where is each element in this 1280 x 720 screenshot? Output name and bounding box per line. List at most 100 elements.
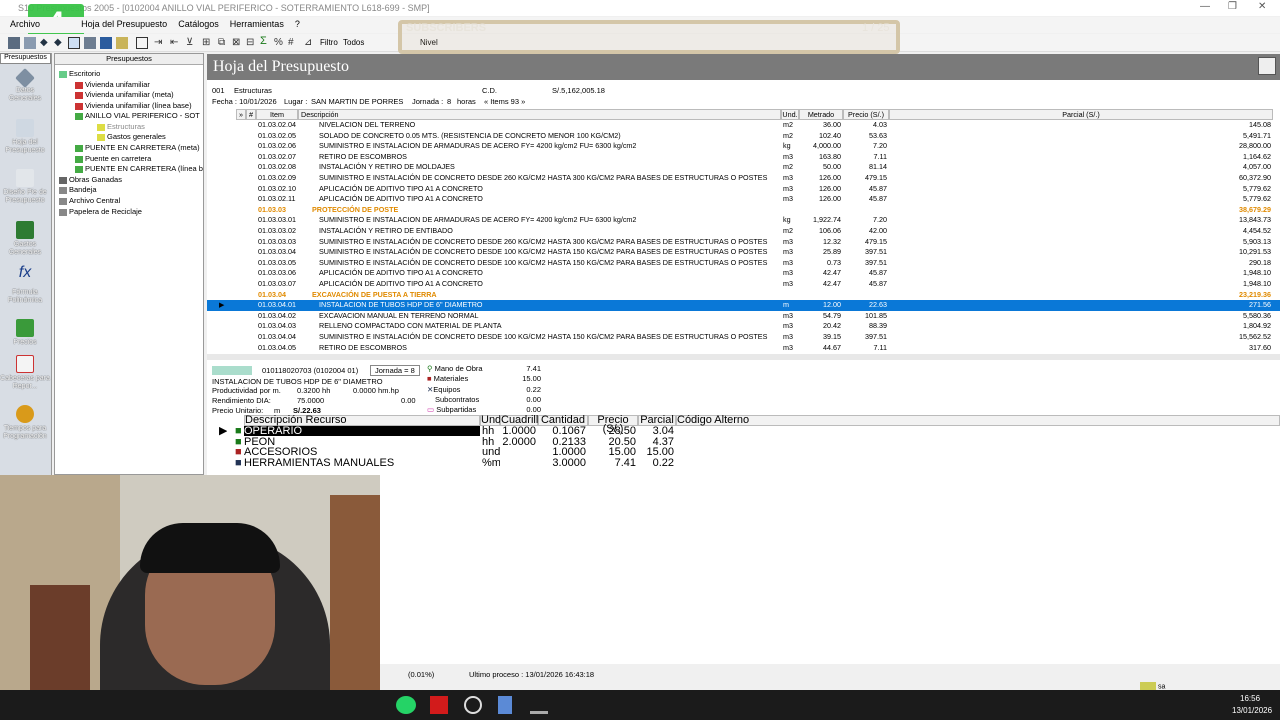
table-icon[interactable]: ⊟ bbox=[246, 37, 258, 49]
apu-jornada[interactable]: Jornada = 8 bbox=[370, 365, 420, 376]
menu-hoja[interactable]: Hoja del Presupuesto bbox=[77, 17, 171, 31]
calculator-icon[interactable] bbox=[498, 696, 512, 714]
menu-archivo[interactable]: Archivo bbox=[6, 17, 44, 31]
res-col-cuadrilla[interactable]: Cuadrilla bbox=[500, 415, 544, 426]
budget-row[interactable]: 01.03.03.03 SUMINISTRO E INSTALACIÓN DE C… bbox=[207, 237, 1280, 248]
apu-toolbar-icons[interactable] bbox=[212, 366, 252, 375]
tree-node-papelera[interactable]: Papelera de Reciclaje bbox=[59, 207, 142, 217]
tree-node[interactable]: PUENTE EN CARRETERA (meta) bbox=[75, 143, 200, 153]
tree-node-estructuras[interactable]: Estructuras bbox=[97, 122, 145, 132]
budget-cell-metrado[interactable]: 0.73 bbox=[799, 258, 841, 268]
col-header-metrado[interactable]: Metrado bbox=[799, 109, 843, 120]
filter-select[interactable]: Todos bbox=[343, 38, 364, 47]
menu-help[interactable]: ? bbox=[291, 17, 304, 31]
sidebar-item-datos[interactable]: Datos Generales bbox=[0, 68, 50, 103]
res-col-precio[interactable]: Precio (S/.) bbox=[588, 415, 638, 435]
budget-row[interactable]: 01.03.03.02 INSTALACIÓN Y RETIRO DE ENTIB… bbox=[207, 226, 1280, 237]
budget-row[interactable]: 01.03.04 EXCAVACIÓN DE PUESTA A TIERRA 23,… bbox=[207, 290, 1280, 301]
budget-row[interactable]: 01.03.04.03 RELLENO COMPACTADO CON MATERI… bbox=[207, 321, 1280, 332]
budget-cell-metrado[interactable]: 50.00 bbox=[799, 162, 841, 172]
budget-row[interactable]: 01.03.02.11 APLICACIÓN DE ADITIVO TIPO A1… bbox=[207, 194, 1280, 205]
s10-icon[interactable] bbox=[530, 696, 548, 714]
sidebar-item-gastos[interactable]: Gastos Generales bbox=[0, 221, 50, 257]
budget-row[interactable]: 01.03.03.05 SUMINISTRO E INSTALACIÓN DE C… bbox=[207, 258, 1280, 269]
tree-node-anillo[interactable]: ANILLO VIAL PERIFERICO - SOT bbox=[75, 111, 200, 121]
items-counter[interactable]: « Items 93 » bbox=[484, 97, 525, 106]
budget-cell-metrado[interactable]: 36.00 bbox=[799, 120, 841, 130]
budget-cell-metrado[interactable]: 1,922.74 bbox=[799, 215, 841, 225]
level-icon[interactable]: ⊻ bbox=[186, 37, 198, 49]
budget-row[interactable]: 01.03.02.04 NIVELACION DEL TERRENO m2 36.00… bbox=[207, 120, 1280, 131]
rendimiento-input[interactable]: 75.0000 bbox=[297, 396, 324, 405]
budget-cell-metrado[interactable]: 25.89 bbox=[799, 247, 841, 257]
budget-cell-metrado[interactable]: 20.42 bbox=[799, 321, 841, 331]
tools-icon[interactable] bbox=[84, 37, 96, 49]
res-col-und[interactable]: Und. bbox=[480, 415, 504, 426]
tree-node[interactable]: Vivienda unifamiliar (línea base) bbox=[75, 101, 192, 111]
horizontal-scrollbar[interactable] bbox=[207, 354, 1280, 360]
budget-row[interactable]: ▶ 01.03.04.01 INSTALACION DE TUBOS HDP DE … bbox=[207, 300, 1280, 311]
budget-row[interactable]: 01.03.03.07 APLICACIÓN DE ADITIVO TIPO A1… bbox=[207, 279, 1280, 290]
resource-row[interactable]: ▶ ■ OPERARIO hh 1.0000 0.1067 28.50 3.04 bbox=[207, 426, 1280, 437]
minimize-button[interactable]: — bbox=[1200, 1, 1210, 12]
indent-icon[interactable]: ⇥ bbox=[154, 37, 166, 49]
tree-node-obras[interactable]: Obras Ganadas bbox=[59, 175, 122, 185]
sidebar-item-cabeceras[interactable]: Cabeceras para Repor... bbox=[0, 355, 50, 391]
restore-button[interactable]: ❐ bbox=[1228, 1, 1237, 12]
res-col-desc[interactable]: Descripción Recurso bbox=[244, 415, 480, 426]
tree-node[interactable]: Vivienda unifamiliar bbox=[75, 80, 150, 90]
eraser-icon[interactable] bbox=[116, 37, 128, 49]
monitor-icon[interactable] bbox=[100, 37, 112, 49]
sidebar-item-formula[interactable]: fx Fórmula Polinómica bbox=[0, 265, 50, 305]
budget-cell-metrado[interactable]: 126.00 bbox=[799, 173, 841, 183]
tree-node-bandeja[interactable]: Bandeja bbox=[59, 185, 97, 195]
budget-row[interactable]: 01.03.02.05 SOLADO DE CONCRETO 0.05 MTS. … bbox=[207, 131, 1280, 142]
res-col-alterno[interactable]: Código Alterno bbox=[676, 415, 1280, 426]
budget-cell-metrado[interactable]: 102.40 bbox=[799, 131, 841, 141]
budget-cell-metrado[interactable]: 126.00 bbox=[799, 184, 841, 194]
print-icon[interactable] bbox=[8, 37, 20, 49]
menu-catalogos[interactable]: Catálogos bbox=[174, 17, 223, 31]
acrobat-icon[interactable] bbox=[430, 696, 448, 714]
res-col-parcial[interactable]: Parcial bbox=[638, 415, 676, 426]
budget-row[interactable]: 01.03.03.04 SUMINISTRO E INSTALACIÓN DE C… bbox=[207, 247, 1280, 258]
budget-row[interactable]: 01.03.02.10 APLICACIÓN DE ADITIVO TIPO A1… bbox=[207, 184, 1280, 195]
budget-cell-metrado[interactable]: 12.32 bbox=[799, 237, 841, 247]
budget-cell-metrado[interactable]: 12.00 bbox=[799, 300, 841, 310]
budget-row[interactable]: 01.03.03.01 SUMINISTRO E INSTALACION DE A… bbox=[207, 215, 1280, 226]
sidebar-item-precios[interactable]: Precios bbox=[0, 319, 50, 347]
budget-cell-metrado[interactable]: 4,000.00 bbox=[799, 141, 841, 151]
obs-icon[interactable] bbox=[464, 696, 482, 714]
filter-icon[interactable]: ⊿ bbox=[304, 37, 316, 49]
resource-row[interactable]: ■HERRAMIENTAS MANUALES %mo 3.0000 7.41 0.22 bbox=[207, 458, 1280, 469]
menu-herramientas[interactable]: Herramientas bbox=[226, 17, 288, 31]
col-header-und[interactable]: Und. bbox=[781, 109, 799, 120]
col-header-item[interactable]: Item bbox=[256, 109, 298, 120]
percent-icon[interactable]: % bbox=[274, 37, 286, 49]
budget-cell-metrado[interactable]: 42.47 bbox=[799, 279, 841, 289]
tree-node-archivo[interactable]: Archivo Central bbox=[59, 196, 120, 206]
sum-icon[interactable]: Σ bbox=[260, 35, 272, 47]
budget-row[interactable]: 01.03.03.06 APLICACIÓN DE ADITIVO TIPO A1… bbox=[207, 268, 1280, 279]
col-header-desc[interactable]: Descripción bbox=[298, 109, 781, 120]
resource-row[interactable]: ■ ACCESORIOS und 1.0000 15.00 15.00 bbox=[207, 447, 1280, 458]
down-arrow-icon[interactable]: ◆ bbox=[54, 37, 66, 49]
budget-row[interactable]: 01.03.02.06 SUMINISTRO E INSTALACION DE A… bbox=[207, 141, 1280, 152]
grid-view-icon[interactable] bbox=[68, 37, 80, 49]
budget-row[interactable]: 01.03.02.08 INSTALACIÓN Y RETIRO DE MOLDA… bbox=[207, 162, 1280, 173]
tree-node[interactable]: Vivienda unifamiliar (meta) bbox=[75, 90, 174, 100]
calc-icon[interactable]: ⊞ bbox=[202, 37, 214, 49]
sidebar-item-diseno[interactable]: Diseño Pie de Presupuesto bbox=[0, 169, 50, 205]
tree-node-gastos[interactable]: Gastos generales bbox=[97, 132, 166, 142]
col-header-parcial[interactable]: Parcial (S/.) bbox=[889, 109, 1273, 120]
close-button[interactable]: ✕ bbox=[1258, 1, 1266, 12]
tree-node[interactable]: PUENTE EN CARRETERA (línea b bbox=[75, 164, 203, 174]
budget-row[interactable]: 01.03.02.09 SUMINISTRO E INSTALACIÓN DE C… bbox=[207, 173, 1280, 184]
outline-icon[interactable] bbox=[136, 37, 148, 49]
sidebar-item-hoja[interactable]: Hoja del Presupuesto bbox=[0, 119, 50, 155]
paste-icon[interactable]: ⊠ bbox=[232, 37, 244, 49]
budget-cell-metrado[interactable]: 39.15 bbox=[799, 332, 841, 342]
budget-row[interactable]: 01.03.04.02 EXCAVACION MANUAL EN TERRENO … bbox=[207, 311, 1280, 322]
copy-icon[interactable]: ⧉ bbox=[218, 37, 230, 49]
res-col-cantidad[interactable]: Cantidad bbox=[538, 415, 588, 426]
